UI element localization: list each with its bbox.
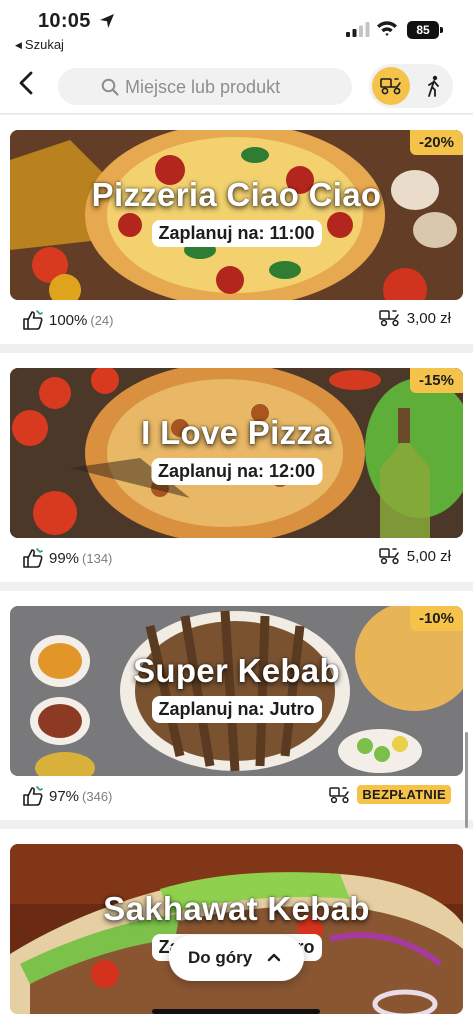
discount-badge: -15% <box>409 368 463 393</box>
search-placeholder: Miejsce lub produkt <box>125 77 281 97</box>
discount-badge: -10% <box>409 606 463 631</box>
delivery-scooter-icon <box>379 548 399 565</box>
restaurant-name: Pizzeria Ciao Ciao <box>91 176 382 213</box>
location-arrow-icon <box>100 14 114 28</box>
delivery-fee-value: 3,00 zł <box>406 309 451 327</box>
restaurant-card[interactable]: Pizzeria Ciao Ciao Zaplanuj na: 11:00 -2… <box>0 115 473 344</box>
delivery-fee-value: 5,00 zł <box>406 547 451 565</box>
rating: 97% (346) <box>22 785 112 807</box>
rating-percent: 99% <box>49 549 80 567</box>
rating-count: (24) <box>90 312 114 328</box>
kebab-photo <box>10 844 463 1014</box>
delivery-fee: 3,00 zł <box>379 309 451 327</box>
home-indicator[interactable] <box>152 1009 320 1014</box>
thumbs-up-icon <box>23 786 43 806</box>
search-icon <box>101 78 119 96</box>
discount-badge: -20% <box>409 130 463 155</box>
rating-count: (134) <box>82 550 113 566</box>
schedule-pill: Zaplanuj na: 11:00 <box>151 220 322 247</box>
pizza-photo <box>10 130 463 300</box>
rating: 99% (134) <box>22 547 112 569</box>
walking-person-icon <box>428 75 439 97</box>
chevron-up-icon <box>267 953 281 962</box>
restaurant-card[interactable]: Super Kebab Zaplanuj na: Jutro -10% 97% … <box>0 591 473 820</box>
battery-indicator: 85 <box>407 21 443 39</box>
wifi-icon <box>377 21 397 36</box>
restaurant-card[interactable]: Sakhawat Kebab Zaplanuj na: Jutro <box>0 829 473 1024</box>
rating: 100% (24) <box>22 309 114 331</box>
top-navigation: Miejsce lub produkt <box>0 58 473 114</box>
delivery-scooter-icon <box>329 786 350 803</box>
restaurant-list: Pizzeria Ciao Ciao Zaplanuj na: 11:00 -2… <box>0 115 473 1024</box>
delivery-scooter-icon <box>379 310 399 327</box>
cellular-signal-icon <box>346 22 370 37</box>
schedule-pill: Zaplanuj na: Jutro <box>151 696 322 723</box>
pickup-mode-button[interactable] <box>415 67 453 105</box>
status-time: 10:05 <box>38 10 91 32</box>
restaurant-card[interactable]: I Love Pizza Zaplanuj na: 12:00 -15% 99%… <box>0 353 473 582</box>
delivery-fee: 5,00 zł <box>379 547 451 565</box>
scroll-to-top-label: Do góry <box>188 948 253 967</box>
restaurant-name: Sakhawat Kebab <box>103 890 370 927</box>
restaurant-name: Super Kebab <box>133 652 340 689</box>
back-chevron-icon[interactable] <box>14 70 40 96</box>
schedule-pill: Zaplanuj na: 12:00 <box>150 458 323 485</box>
restaurant-meta: 99% (134) 5,00 zł <box>10 546 463 570</box>
delivery-mode-toggle <box>369 64 453 108</box>
scroll-indicator[interactable] <box>465 732 468 828</box>
back-triangle-icon: ◀ <box>15 40 22 50</box>
restaurant-meta: 97% (346) BEZPŁATNIE <box>10 784 463 808</box>
restaurant-photo[interactable]: Sakhawat Kebab Zaplanuj na: Jutro <box>10 844 463 1014</box>
rating-percent: 97% <box>49 787 80 805</box>
rating-percent: 100% <box>49 311 88 329</box>
thumbs-up-icon <box>23 310 43 330</box>
restaurant-photo[interactable]: I Love Pizza Zaplanuj na: 12:00 -15% <box>10 368 463 538</box>
pizza-photo <box>10 368 463 538</box>
restaurant-photo[interactable]: Pizzeria Ciao Ciao Zaplanuj na: 11:00 -2… <box>10 130 463 300</box>
delivery-scooter-icon <box>380 78 401 95</box>
kebab-photo <box>10 606 463 776</box>
scroll-to-top-button[interactable]: Do góry <box>169 935 304 981</box>
restaurant-name: I Love Pizza <box>141 414 332 451</box>
thumbs-up-icon <box>23 548 43 568</box>
rating-count: (346) <box>82 788 113 804</box>
restaurant-meta: 100% (24) 3,00 zł <box>10 308 463 332</box>
delivery-fee: BEZPŁATNIE <box>329 785 451 804</box>
delivery-mode-button[interactable] <box>372 67 410 105</box>
restaurant-photo[interactable]: Super Kebab Zaplanuj na: Jutro -10% <box>10 606 463 776</box>
status-bar: 10:05 ◀ Szukaj 85 <box>0 0 473 58</box>
search-input[interactable]: Miejsce lub produkt <box>58 68 352 105</box>
back-to-app-link[interactable]: ◀ Szukaj <box>15 37 64 52</box>
free-delivery-badge: BEZPŁATNIE <box>357 785 451 804</box>
